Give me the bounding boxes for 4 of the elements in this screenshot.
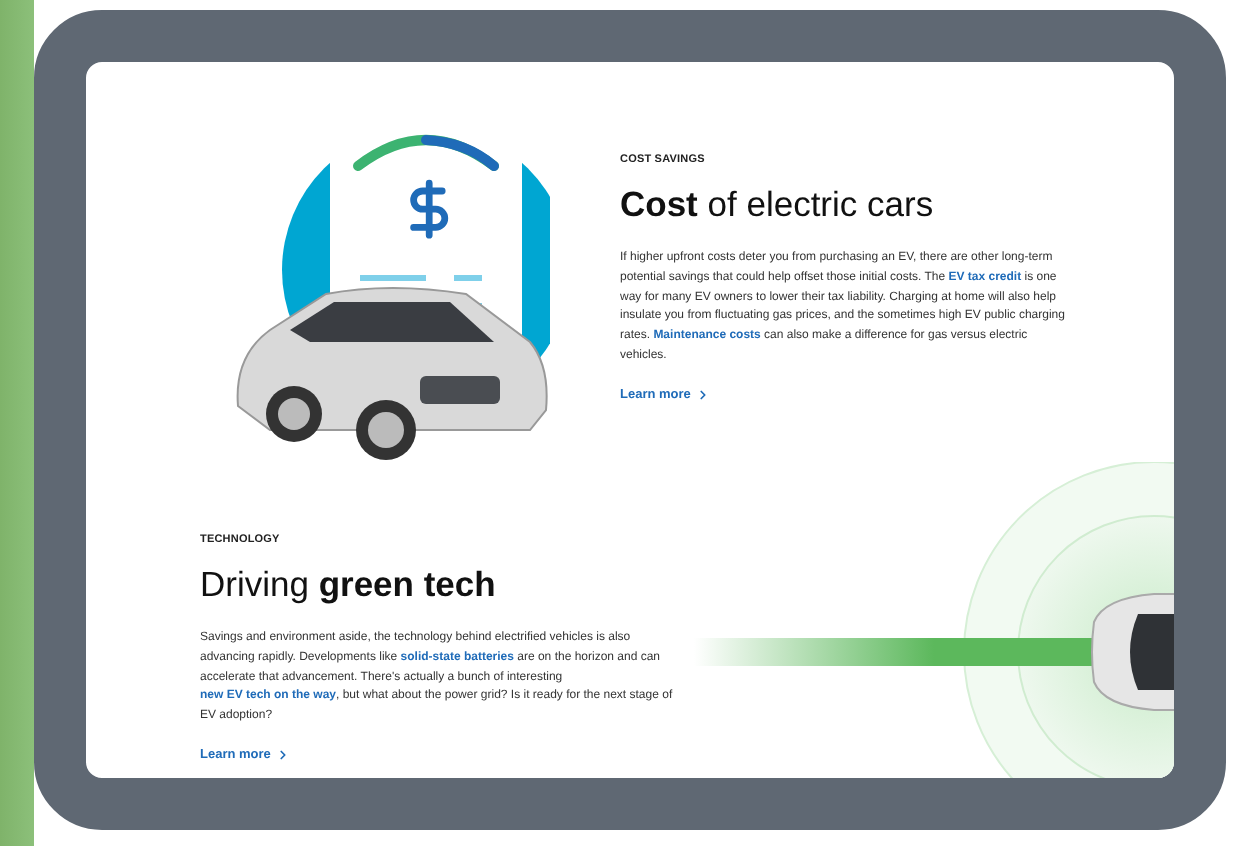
chevron-right-icon [276,747,291,762]
section-heading: Driving green tech [200,564,496,606]
section-heading: Cost of electric cars [620,184,934,226]
chevron-right-icon [696,387,711,402]
